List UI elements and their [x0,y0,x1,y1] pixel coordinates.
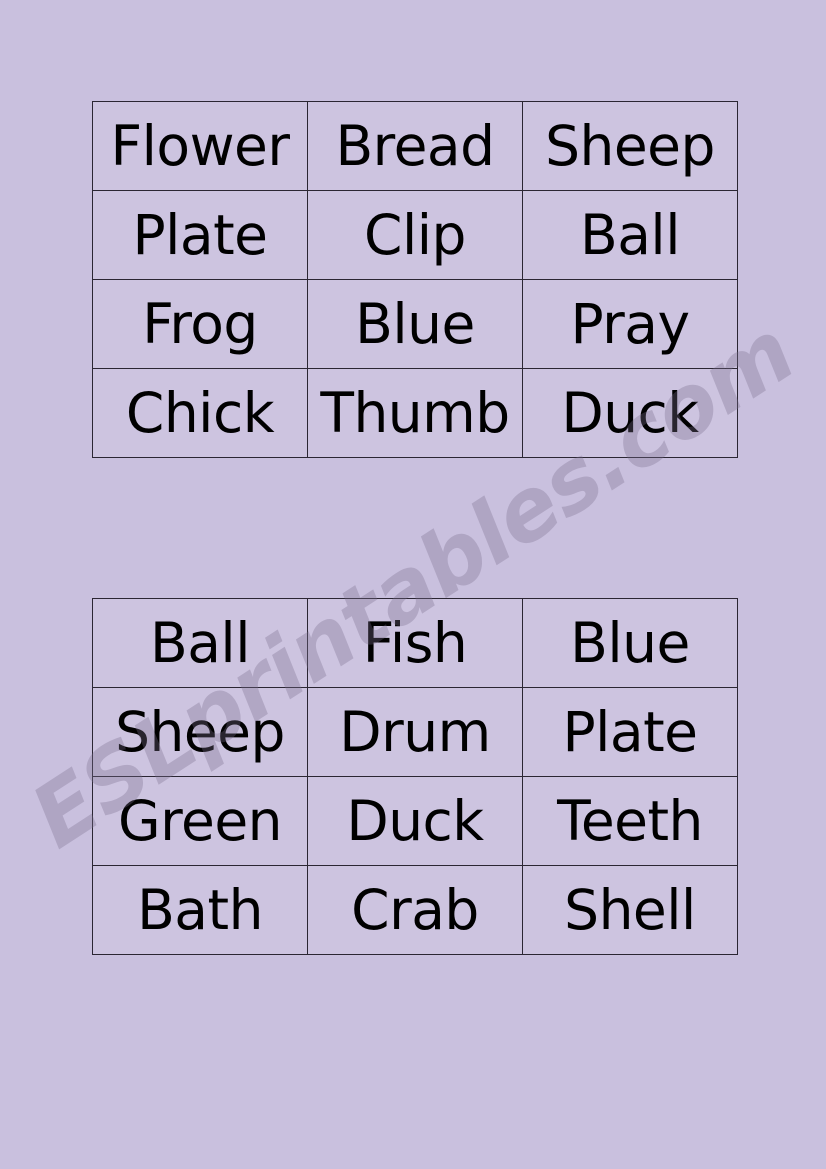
bingo-cell[interactable]: Chick [92,368,308,458]
bingo-cell[interactable]: Sheep [522,101,738,191]
bingo-cell[interactable]: Drum [307,687,523,777]
bingo-cell[interactable]: Ball [522,190,738,280]
table-row: Chick Thumb Duck [92,368,738,458]
table-row: Ball Fish Blue [92,598,738,688]
bingo-cell[interactable]: Fish [307,598,523,688]
bingo-cell[interactable]: Crab [307,865,523,955]
bingo-cell[interactable]: Ball [92,598,308,688]
bingo-cell[interactable]: Flower [92,101,308,191]
bingo-cell[interactable]: Plate [522,687,738,777]
bingo-cell[interactable]: Frog [92,279,308,369]
table-row: Green Duck Teeth [92,776,738,866]
table-row: Frog Blue Pray [92,279,738,369]
table-row: Plate Clip Ball [92,190,738,280]
bingo-cell[interactable]: Thumb [307,368,523,458]
worksheet-page: ESLprintables.com Flower Bread Sheep Pla… [0,0,826,1169]
bingo-cell[interactable]: Teeth [522,776,738,866]
bingo-card-1-body: Flower Bread Sheep Plate Clip Ball Frog … [92,101,738,458]
table-row: Bath Crab Shell [92,865,738,955]
bingo-cell[interactable]: Sheep [92,687,308,777]
bingo-cell[interactable]: Pray [522,279,738,369]
table-row: Sheep Drum Plate [92,687,738,777]
bingo-cell[interactable]: Duck [522,368,738,458]
bingo-cell[interactable]: Plate [92,190,308,280]
bingo-card-1: Flower Bread Sheep Plate Clip Ball Frog … [92,101,738,458]
bingo-cell[interactable]: Bath [92,865,308,955]
bingo-cell[interactable]: Bread [307,101,523,191]
bingo-cell[interactable]: Green [92,776,308,866]
bingo-cell[interactable]: Blue [522,598,738,688]
table-row: Flower Bread Sheep [92,101,738,191]
bingo-cell[interactable]: Shell [522,865,738,955]
bingo-card-2-body: Ball Fish Blue Sheep Drum Plate Green Du… [92,598,738,955]
bingo-card-2: Ball Fish Blue Sheep Drum Plate Green Du… [92,598,738,955]
bingo-cell[interactable]: Blue [307,279,523,369]
bingo-cell[interactable]: Duck [307,776,523,866]
bingo-cell[interactable]: Clip [307,190,523,280]
